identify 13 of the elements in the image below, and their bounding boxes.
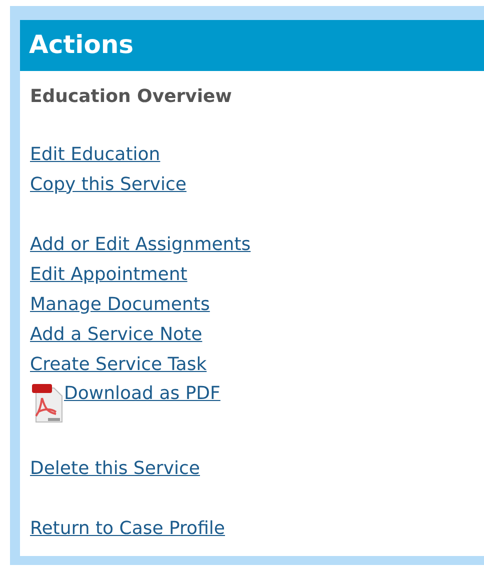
- pdf-file-icon: [30, 382, 64, 424]
- action-link[interactable]: Create Service Task: [30, 350, 207, 380]
- action-link[interactable]: Copy this Service: [30, 170, 186, 200]
- action-link[interactable]: Add or Edit Assignments: [30, 230, 251, 260]
- action-link[interactable]: Delete this Service: [30, 454, 200, 484]
- section-heading: Education Overview: [29, 84, 233, 109]
- action-link[interactable]: Manage Documents: [30, 290, 210, 320]
- action-link[interactable]: Edit Education: [30, 140, 160, 170]
- panel-title: Actions: [29, 30, 134, 59]
- action-link[interactable]: Download as PDF: [64, 382, 220, 406]
- action-link[interactable]: Edit Appointment: [30, 260, 188, 290]
- action-link[interactable]: Return to Case Profile: [30, 514, 225, 544]
- action-link[interactable]: Add a Service Note: [30, 320, 202, 350]
